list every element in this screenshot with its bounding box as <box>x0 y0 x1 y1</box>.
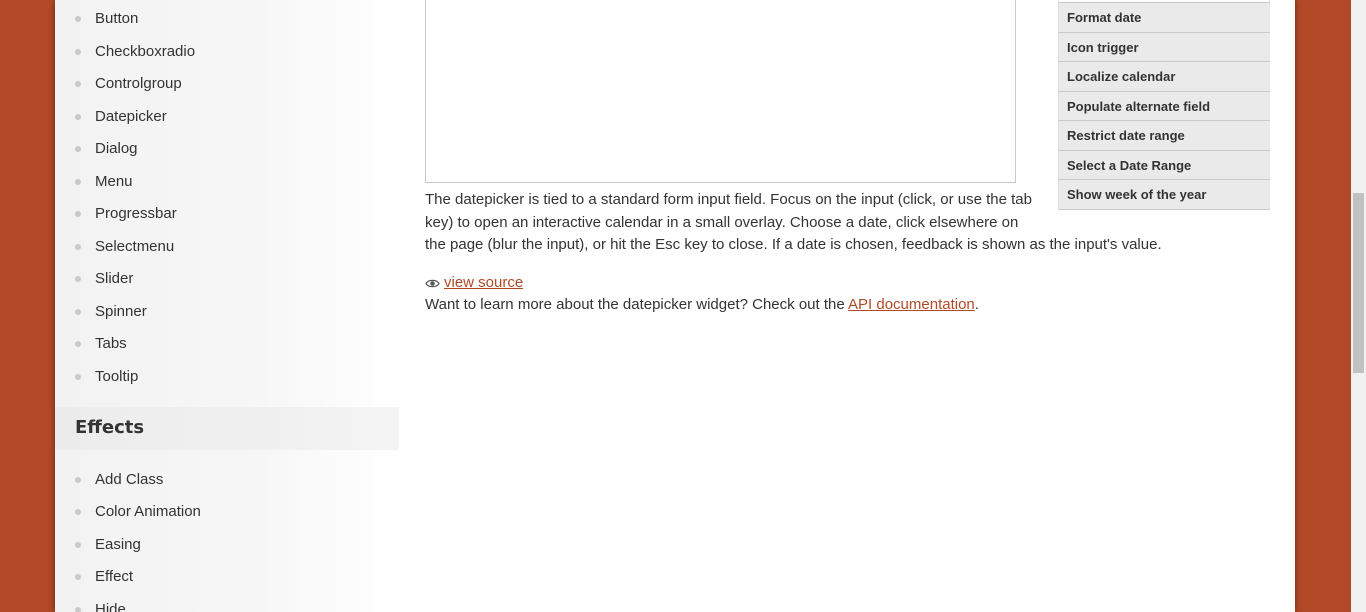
sidebar-item-selectmenu[interactable]: Selectmenu <box>55 236 399 258</box>
sidebar-item-label[interactable]: Button <box>95 8 138 30</box>
bullet-icon <box>75 574 81 580</box>
bullet-icon <box>75 607 81 612</box>
sidebar-item-label[interactable]: Effect <box>95 566 133 588</box>
example-item-show-week-of-year[interactable]: Show week of the year <box>1059 180 1270 210</box>
sidebar-item-tabs[interactable]: Tabs <box>55 333 399 355</box>
effects-section-header: Effects <box>55 407 399 450</box>
examples-list: Format date Icon trigger Localize calend… <box>1058 0 1270 210</box>
sidebar-item-label[interactable]: Tabs <box>95 333 127 355</box>
bullet-icon <box>75 49 81 55</box>
sidebar-item-effect[interactable]: Effect <box>55 566 399 588</box>
sidebar-item-checkboxradio[interactable]: Checkboxradio <box>55 41 399 63</box>
sidebar-item-slider[interactable]: Slider <box>55 268 399 290</box>
sidebar-item-label[interactable]: Selectmenu <box>95 236 174 258</box>
learn-more-text: Want to learn more about the datepicker … <box>425 295 979 315</box>
bullet-icon <box>75 509 81 515</box>
sidebar-item-label[interactable]: Hide <box>95 599 126 612</box>
api-documentation-link[interactable]: API documentation <box>848 296 975 313</box>
example-item-icon-trigger[interactable]: Icon trigger <box>1059 32 1270 62</box>
view-source-link[interactable]: view source <box>425 273 523 293</box>
page-container: Button Checkboxradio Controlgroup Datepi… <box>55 0 1295 612</box>
sidebar-item-label[interactable]: Controlgroup <box>95 73 182 95</box>
sidebar-item-label[interactable]: Add Class <box>95 469 163 491</box>
sidebar-item-progressbar[interactable]: Progressbar <box>55 203 399 225</box>
example-item-localize-calendar[interactable]: Localize calendar <box>1059 62 1270 92</box>
sidebar-item-label[interactable]: Dialog <box>95 138 138 160</box>
section-title: Effects <box>75 417 145 438</box>
sidebar-item-label[interactable]: Datepicker <box>95 106 167 128</box>
bullet-icon <box>75 309 81 315</box>
bullet-icon <box>75 341 81 347</box>
sidebar-item-color-animation[interactable]: Color Animation <box>55 501 399 523</box>
sidebar-item-label[interactable]: Menu <box>95 171 133 193</box>
bullet-icon <box>75 179 81 185</box>
bullet-icon <box>75 81 81 87</box>
sidebar-item-label[interactable]: Color Animation <box>95 501 201 523</box>
sidebar-item-label[interactable]: Tooltip <box>95 366 138 388</box>
bullet-icon <box>75 542 81 548</box>
sidebar-item-hide[interactable]: Hide <box>55 599 399 612</box>
example-item-select-date-range[interactable]: Select a Date Range <box>1059 150 1270 180</box>
bullet-icon <box>75 276 81 282</box>
sidebar-item-spinner[interactable]: Spinner <box>55 301 399 323</box>
example-item-restrict-date-range[interactable]: Restrict date range <box>1059 121 1270 151</box>
sidebar-item-tooltip[interactable]: Tooltip <box>55 366 399 388</box>
sidebar-item-menu[interactable]: Menu <box>55 171 399 193</box>
bullet-icon <box>75 114 81 120</box>
bullet-icon <box>75 211 81 217</box>
sidebar-item-label[interactable]: Progressbar <box>95 203 177 225</box>
bullet-icon <box>75 374 81 380</box>
sidebar-item-label[interactable]: Spinner <box>95 301 147 323</box>
sidebar-item-add-class[interactable]: Add Class <box>55 469 399 491</box>
example-item-populate-alternate-field[interactable]: Populate alternate field <box>1059 91 1270 121</box>
example-item-format-date[interactable]: Format date <box>1059 3 1270 33</box>
vertical-scrollbar[interactable] <box>1351 0 1366 612</box>
view-source-label[interactable]: view source <box>444 273 523 293</box>
sidebar-item-label[interactable]: Checkboxradio <box>95 41 195 63</box>
sidebar-item-button[interactable]: Button <box>55 8 399 30</box>
demo-frame[interactable] <box>425 0 1016 183</box>
eye-icon <box>425 279 440 287</box>
learn-more-suffix: . <box>974 296 979 313</box>
sidebar-item-easing[interactable]: Easing <box>55 534 399 556</box>
sidebar-item-dialog[interactable]: Dialog <box>55 138 399 160</box>
sidebar-item-label[interactable]: Easing <box>95 534 141 556</box>
bullet-icon <box>75 16 81 22</box>
learn-more-prefix: Want to learn more about the datepicker … <box>425 296 849 313</box>
sidebar: Button Checkboxradio Controlgroup Datepi… <box>55 0 399 612</box>
bullet-icon <box>75 146 81 152</box>
bullet-icon <box>75 477 81 483</box>
sidebar-item-controlgroup[interactable]: Controlgroup <box>55 73 399 95</box>
sidebar-item-label[interactable]: Slider <box>95 268 133 290</box>
scrollbar-thumb[interactable] <box>1353 193 1364 373</box>
bullet-icon <box>75 244 81 250</box>
sidebar-item-datepicker[interactable]: Datepicker <box>55 106 399 128</box>
